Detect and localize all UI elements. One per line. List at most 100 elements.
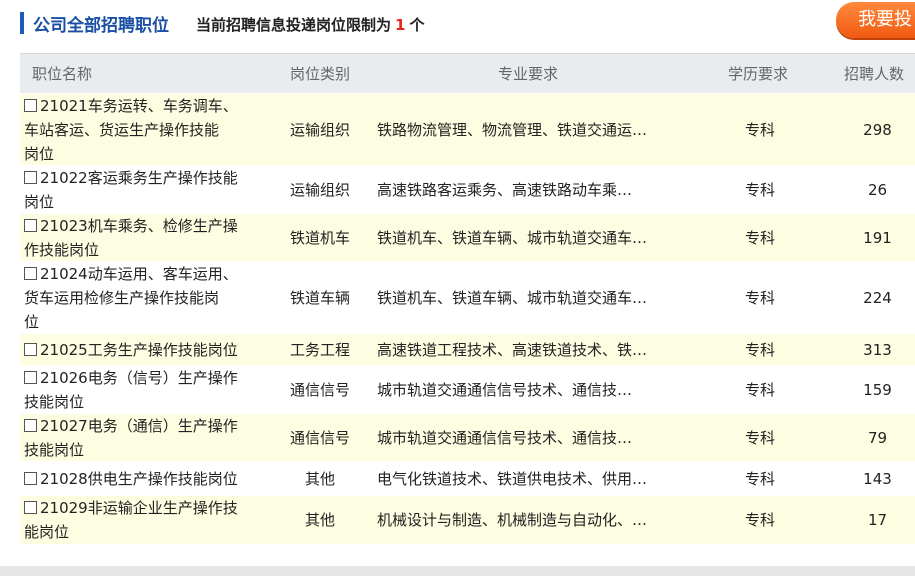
table-row[interactable]: 21025工务生产操作技能岗位 工务工程 高速铁道工程技术、高速铁道技术、铁… 专科 3… [20,333,915,366]
select-checkbox[interactable] [24,99,37,112]
table-row[interactable]: 21026电务（信号）生产操作技能岗位 通信信号 城市轨道交通通信信号技术、通信技…… [20,365,915,414]
hiring-count-cell: 224 [863,289,892,307]
table-row[interactable]: 21028供电生产操作技能岗位 其他 电气化铁道技术、铁道供电技术、供用… 专科 143 [20,461,915,496]
hiring-count-cell: 17 [867,511,888,529]
major-requirement-cell: 电气化铁道技术、铁道供电技术、供用… [377,470,648,488]
table-header: 职位名称 岗位类别 专业要求 学历要求 招聘人数 [20,53,915,94]
job-name-line: 21021车务运转、车务调车、 [24,94,264,118]
job-name-line: 21028供电生产操作技能岗位 [24,467,264,491]
title-accent-bar [20,12,24,34]
job-category-cell: 铁道车辆 [289,289,350,307]
job-category-cell: 铁道机车 [289,229,350,247]
job-name-text: 位 [24,313,40,331]
job-name-line: 岗位 [24,190,264,214]
select-checkbox[interactable] [24,472,37,485]
major-requirement-cell: 机械设计与制造、机械制造与自动化、… [377,511,648,529]
select-checkbox[interactable] [24,371,37,384]
table-row[interactable]: 21023机车乘务、检修生产操作技能岗位 铁道机车 铁道机车、铁道车辆、城市轨道交通… [20,213,915,262]
col-header-name: 职位名称 [32,65,93,83]
major-requirement-cell: 高速铁路客运乘务、高速铁路动车乘… [377,181,633,199]
job-name-text: 作技能岗位 [24,241,100,259]
job-name-text: 技能岗位 [24,393,85,411]
job-name-line: 21024动车运用、客车运用、 [24,262,264,286]
col-header-education: 学历要求 [728,65,789,83]
hiring-count-cell: 298 [863,121,892,139]
select-checkbox[interactable] [24,501,37,514]
hiring-count-cell: 191 [863,229,892,247]
select-checkbox[interactable] [24,267,37,280]
job-category-cell: 运输组织 [289,181,350,199]
notice-suffix: 个 [409,16,425,34]
hiring-count-cell: 159 [863,381,892,399]
job-name-line: 21026电务（信号）生产操作 [24,366,264,390]
job-category-cell: 通信信号 [289,429,350,447]
section-header: 公司全部招聘职位 当前招聘信息投递岗位限制为 1 个 我要投 [0,0,915,48]
job-name-line: 技能岗位 [24,390,264,414]
job-name-line: 21027电务（通信）生产操作 [24,414,264,438]
education-requirement-cell: 专科 [744,470,775,488]
apply-button[interactable]: 我要投 [836,2,915,38]
table-row[interactable]: 21022客运乘务生产操作技能岗位 运输组织 高速铁路客运乘务、高速铁路动车乘… 专科… [20,165,915,214]
job-name-line: 技能岗位 [24,438,264,462]
major-requirement-cell: 铁道机车、铁道车辆、城市轨道交通车… [377,229,648,247]
job-name-text: 岗位 [24,193,55,211]
major-requirement-cell: 城市轨道交通通信信号技术、通信技… [377,381,633,399]
application-limit-notice: 当前招聘信息投递岗位限制为 1 个 [196,14,424,35]
table-row[interactable]: 21021车务运转、车务调车、 车站客运、货运生产操作技能 岗位 运输组织 铁路物流管理… [20,93,915,166]
job-name-text: 21029非运输企业生产操作技 [40,499,238,517]
job-name-line: 21025工务生产操作技能岗位 [24,338,264,362]
job-name-text: 能岗位 [24,523,70,541]
job-category-cell: 通信信号 [289,381,350,399]
page-bottom-strip [0,566,915,576]
table-row[interactable]: 21024动车运用、客车运用、货车运用检修生产操作技能岗位 铁道车辆 铁道机车、铁道… [20,261,915,334]
education-requirement-cell: 专科 [744,511,775,529]
col-header-major: 专业要求 [498,65,559,83]
select-checkbox[interactable] [24,419,37,432]
section-title: 公司全部招聘职位 [33,16,169,36]
job-name-cell: 21027电务（通信）生产操作技能岗位 [24,414,264,462]
education-requirement-cell: 专科 [744,229,775,247]
hiring-count-cell: 26 [867,181,888,199]
job-name-text: 21025工务生产操作技能岗位 [40,341,238,359]
hiring-count-cell: 143 [863,470,892,488]
education-requirement-cell: 专科 [744,289,775,307]
job-name-cell: 21024动车运用、客车运用、货车运用检修生产操作技能岗位 [24,262,264,334]
job-name-cell: 21026电务（信号）生产操作技能岗位 [24,366,264,414]
education-requirement-cell: 专科 [744,429,775,447]
job-name-line: 能岗位 [24,520,264,544]
major-requirement-cell: 铁路物流管理、物流管理、铁道交通运… [377,121,648,139]
job-name-text: 车站客运、货运生产操作技能 [24,121,220,139]
job-name-text: 21024动车运用、客车运用、 [40,265,238,283]
col-header-category: 岗位类别 [290,65,351,83]
job-name-text: 21023机车乘务、检修生产操 [40,217,238,235]
job-name-text: 技能岗位 [24,441,85,459]
education-requirement-cell: 专科 [744,121,775,139]
table-row[interactable]: 21027电务（通信）生产操作 技能岗位 通信信号 城市轨道交通通信信号技术、通信技…… [20,413,915,462]
hiring-count-cell: 79 [867,429,888,447]
select-checkbox[interactable] [24,171,37,184]
job-name-text: 货车运用检修生产操作技能岗 [24,289,220,307]
hiring-count-cell: 313 [863,341,892,359]
job-name-text: 21028供电生产操作技能岗位 [40,470,238,488]
job-name-line: 21022客运乘务生产操作技能 [24,166,264,190]
table-row[interactable]: 21029非运输企业生产操作技 能岗位 其他 机械设计与制造、机械制造与自动化、… 专科… [20,495,915,544]
job-name-text: 21021车务运转、车务调车、 [40,97,238,115]
job-name-line: 21023机车乘务、检修生产操 [24,214,264,238]
select-checkbox[interactable] [24,219,37,232]
job-name-line: 位 [24,310,264,334]
job-category-cell: 工务工程 [289,341,350,359]
job-category-cell: 运输组织 [289,121,350,139]
job-name-cell: 21022客运乘务生产操作技能岗位 [24,166,264,214]
select-checkbox[interactable] [24,343,37,356]
job-name-line: 作技能岗位 [24,238,264,262]
job-name-text: 21027电务（通信）生产操作 [40,417,238,435]
major-requirement-cell: 铁道机车、铁道车辆、城市轨道交通车… [377,289,648,307]
notice-prefix: 当前招聘信息投递岗位限制为 [196,16,392,34]
job-name-cell: 21023机车乘务、检修生产操作技能岗位 [24,214,264,262]
job-name-cell: 21025工务生产操作技能岗位 [24,338,264,362]
education-requirement-cell: 专科 [744,181,775,199]
job-name-line: 车站客运、货运生产操作技能 [24,118,264,142]
job-name-cell: 21028供电生产操作技能岗位 [24,467,264,491]
job-name-text: 21022客运乘务生产操作技能 [40,169,238,187]
job-name-text: 21026电务（信号）生产操作 [40,369,238,387]
